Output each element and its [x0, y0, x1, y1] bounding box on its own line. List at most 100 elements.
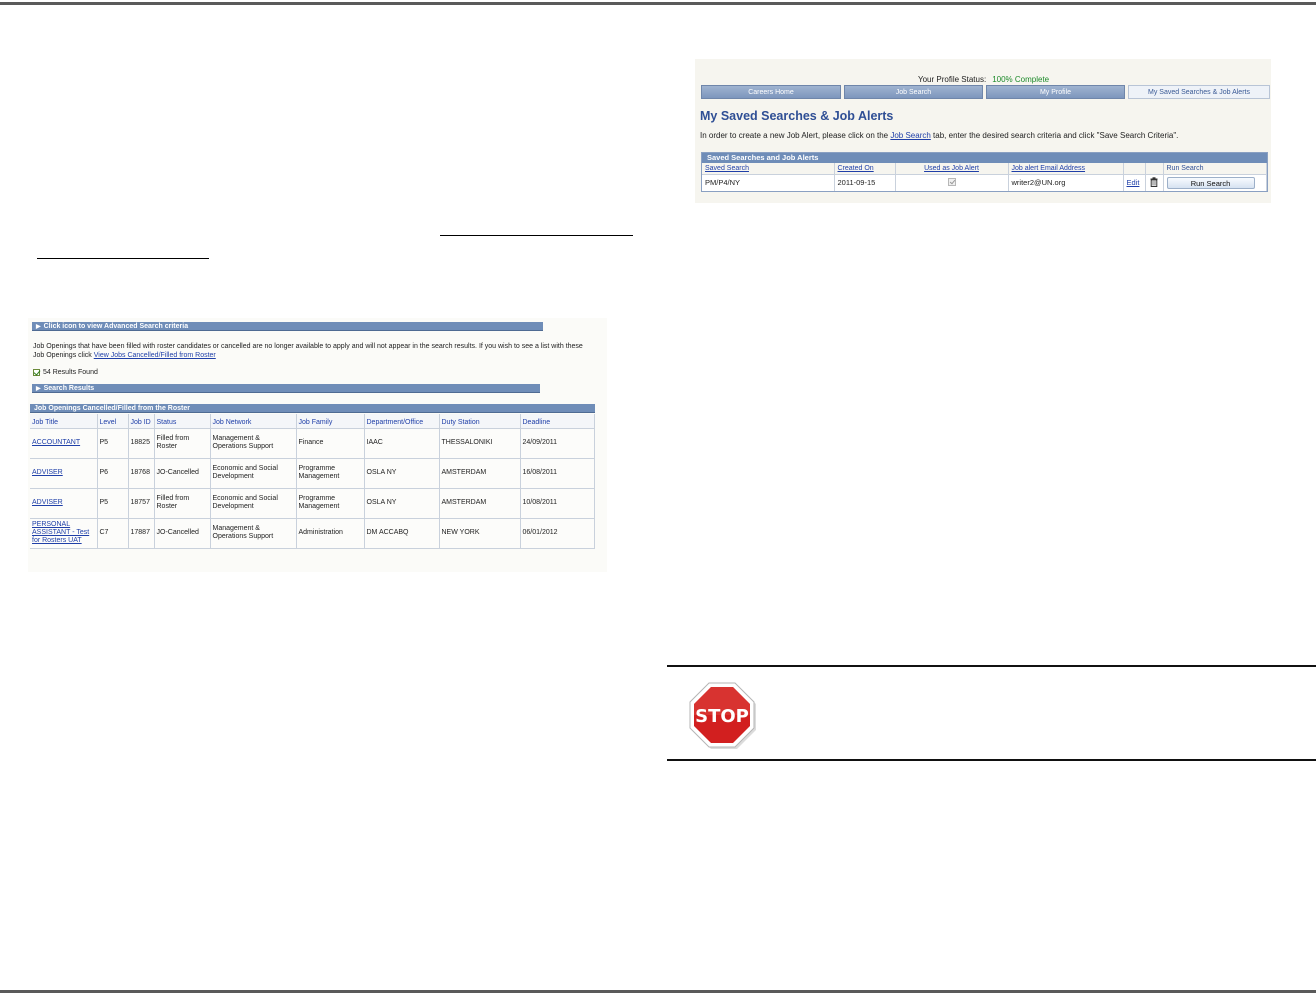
column-header[interactable]: Job alert Email Address	[1008, 163, 1124, 175]
expand-triangle-icon[interactable]: ▶	[36, 385, 41, 394]
job-title-link[interactable]: ADVISER	[32, 469, 63, 476]
level-cell: C7	[97, 518, 129, 549]
job-id-cell: 18825	[128, 428, 155, 459]
department-cell: OSLA NY	[364, 488, 440, 519]
job-search-link[interactable]: Job Search	[890, 131, 930, 140]
job-id-cell: 18768	[128, 458, 155, 489]
department-cell: OSLA NY	[364, 458, 440, 489]
note-top-rule	[667, 665, 1316, 667]
cancelled-table-label: Job Openings Cancelled/Filled from the R…	[34, 405, 190, 412]
profile-status: Your Profile Status: 100% Complete	[918, 75, 1049, 84]
network-cell: Economic and Social Development	[210, 458, 297, 489]
job-title-link[interactable]: ACCOUNTANT	[32, 439, 80, 446]
stop-sign-label: STOP	[695, 706, 749, 727]
table-row: ADVISER P6 18768 JO-Cancelled Economic a…	[30, 458, 595, 489]
search-results-label: Search Results	[43, 385, 95, 392]
note-bottom-rule	[667, 759, 1316, 761]
page-title: My Saved Searches & Job Alerts	[700, 109, 894, 123]
profile-status-label: Your Profile Status:	[918, 75, 987, 84]
column-header[interactable]: Created On	[834, 163, 896, 175]
job-title-link[interactable]: PERSONAL ASSISTANT - Test for Rosters UA…	[32, 521, 89, 544]
family-cell: Administration	[296, 518, 365, 549]
filled-notice: Job Openings that have been filled with …	[33, 343, 593, 360]
job-search-screenshot: ▶ Click icon to view Advanced Search crit…	[28, 318, 607, 572]
status-cell: JO-Cancelled	[154, 458, 211, 489]
saved-searches-table: Saved Search Created On Used as Job Aler…	[702, 163, 1267, 191]
job-id-cell: 17887	[128, 518, 155, 549]
underline-line-2	[37, 258, 209, 259]
deadline-cell: 24/09/2011	[520, 428, 595, 459]
column-header[interactable]: Department/Office	[364, 414, 440, 429]
column-header[interactable]: Deadline	[520, 414, 595, 429]
stop-sign-icon: STOP	[689, 682, 756, 749]
status-cell: JO-Cancelled	[154, 518, 211, 549]
email-cell: writer2@UN.org	[1008, 174, 1124, 191]
column-header[interactable]: Saved Search	[702, 163, 835, 175]
view-cancelled-link[interactable]: View Jobs Cancelled/Filled from Roster	[94, 352, 216, 359]
run-search-button[interactable]: Run Search	[1166, 176, 1255, 189]
network-cell: Management & Operations Support	[210, 428, 297, 459]
status-cell: Filled from Roster	[154, 488, 211, 519]
profile-status-value: 100% Complete	[992, 75, 1050, 84]
column-header	[1123, 163, 1146, 175]
status-cell: Filled from Roster	[154, 428, 211, 459]
duty-station-cell: THESSALONIKI	[439, 428, 521, 459]
deadline-cell: 10/08/2011	[520, 488, 595, 519]
column-header[interactable]: Job Title	[30, 414, 98, 429]
duty-station-cell: AMSTERDAM	[439, 458, 521, 489]
saved-searches-screenshot: Your Profile Status: 100% Complete Career…	[695, 59, 1271, 203]
saved-searches-grid: Saved Searches and Job Alerts Saved Sear…	[701, 152, 1268, 192]
tab-job-search[interactable]: Job Search	[844, 85, 983, 99]
tab-careers-home[interactable]: Careers Home	[701, 85, 841, 99]
family-cell: Programme Management	[296, 488, 365, 519]
underline-line-1	[440, 235, 633, 236]
column-header[interactable]: Job Family	[296, 414, 365, 429]
department-cell: IAAC	[364, 428, 440, 459]
created-on-cell: 2011-09-15	[834, 174, 896, 191]
deadline-cell: 16/08/2011	[520, 458, 595, 489]
column-header[interactable]: Status	[154, 414, 211, 429]
advanced-search-label: Click icon to view Advanced Search crite…	[43, 323, 189, 330]
family-cell: Programme Management	[296, 458, 365, 489]
tab-my-profile[interactable]: My Profile	[986, 85, 1125, 99]
check-icon	[33, 369, 40, 376]
deadline-cell: 06/01/2012	[520, 518, 595, 549]
column-header: Run Search	[1163, 163, 1267, 175]
page-top-rule	[0, 2, 1316, 5]
job-title-link[interactable]: ADVISER	[32, 499, 63, 506]
table-row: ACCOUNTANT P5 18825 Filled from Roster M…	[30, 428, 595, 459]
column-header[interactable]: Job Network	[210, 414, 297, 429]
column-header[interactable]: Used as Job Alert	[895, 163, 1009, 175]
edit-link[interactable]: Edit	[1127, 178, 1140, 187]
advanced-search-bar[interactable]: ▶ Click icon to view Advanced Search crit…	[32, 322, 543, 331]
table-row: ADVISER P5 18757 Filled from Roster Econ…	[30, 488, 595, 519]
column-header[interactable]: Level	[97, 414, 129, 429]
department-cell: DM ACCABQ	[364, 518, 440, 549]
job-id-cell: 18757	[128, 488, 155, 519]
nav-tabs: Careers Home Job Search My Profile My Sa…	[701, 85, 1270, 99]
expand-triangle-icon[interactable]: ▶	[36, 323, 41, 332]
job-alert-instructions: In order to create a new Job Alert, plea…	[700, 131, 1178, 140]
level-cell: P5	[97, 428, 129, 459]
column-header[interactable]: Job ID	[128, 414, 155, 429]
level-cell: P6	[97, 458, 129, 489]
column-header	[1145, 163, 1164, 175]
network-cell: Management & Operations Support	[210, 518, 297, 549]
cancelled-table-bar: Job Openings Cancelled/Filled from the R…	[30, 404, 595, 413]
table-header-row: Saved Search Created On Used as Job Aler…	[702, 163, 1267, 175]
column-header[interactable]: Duty Station	[439, 414, 521, 429]
jobs-table: Job Title Level Job ID Status Job Networ…	[30, 414, 595, 549]
duty-station-cell: NEW YORK	[439, 518, 521, 549]
level-cell: P5	[97, 488, 129, 519]
table-row: PM/P4/NY 2011-09-15 writer2@UN.org Edit	[702, 174, 1267, 191]
network-cell: Economic and Social Development	[210, 488, 297, 519]
family-cell: Finance	[296, 428, 365, 459]
search-results-bar[interactable]: ▶ Search Results	[32, 384, 540, 393]
job-alert-checkbox	[947, 177, 956, 186]
page-bottom-rule	[0, 990, 1316, 993]
table-header-row: Job Title Level Job ID Status Job Networ…	[30, 414, 595, 429]
tab-saved-searches[interactable]: My Saved Searches & Job Alerts	[1128, 85, 1270, 99]
trash-icon[interactable]	[1150, 177, 1158, 187]
desc-text-before: In order to create a new Job Alert, plea…	[700, 131, 889, 140]
desc-text-after: tab, enter the desired search criteria a…	[933, 131, 1179, 140]
